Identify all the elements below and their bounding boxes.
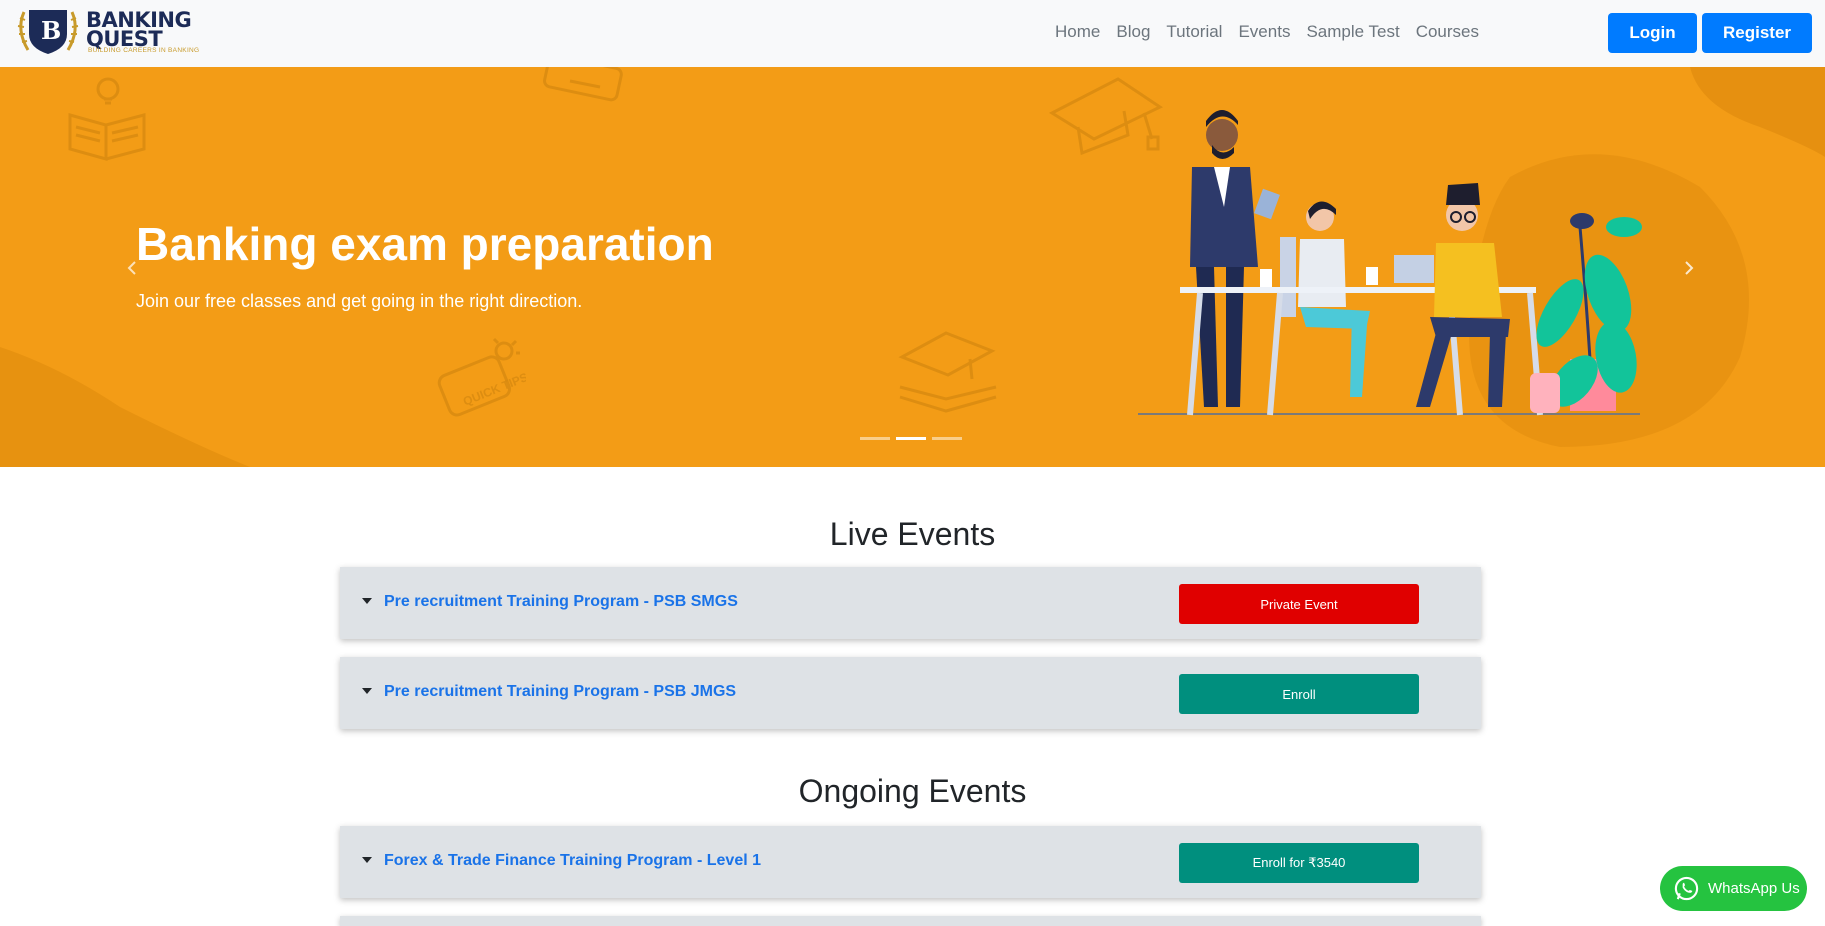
event-title-link[interactable]: Pre recruitment Training Program - PSB J… xyxy=(384,683,736,701)
carousel-indicator-3[interactable] xyxy=(932,437,962,440)
quick-tips-deco-text: QUICK TIPS xyxy=(461,370,526,409)
nav-link-home[interactable]: Home xyxy=(1047,20,1108,44)
register-button[interactable]: Register xyxy=(1702,13,1812,53)
hero-subtitle: Join our free classes and get going in t… xyxy=(136,291,583,311)
cards-icon xyxy=(543,67,623,102)
private-event-button[interactable]: Private Event xyxy=(1179,584,1419,624)
carousel-indicators xyxy=(860,437,962,440)
logo-letter: B xyxy=(41,16,62,45)
whatsapp-label: WhatsApp Us xyxy=(1708,880,1800,897)
caret-down-icon[interactable] xyxy=(362,688,372,694)
chevron-right-icon xyxy=(1685,261,1694,275)
brand-name-line2: QUEST xyxy=(86,27,163,51)
event-card-partial xyxy=(340,916,1481,926)
caret-down-icon[interactable] xyxy=(362,857,372,863)
chevron-left-icon xyxy=(127,261,136,275)
carousel-indicator-2[interactable] xyxy=(896,437,926,440)
hero-title: Banking exam preparation xyxy=(136,218,714,270)
book-bulb-icon xyxy=(68,77,146,161)
event-card: Forex & Trade Finance Training Program -… xyxy=(340,826,1481,898)
whatsapp-icon xyxy=(1674,876,1699,901)
brand-tagline: BUILDING CAREERS IN BANKING xyxy=(88,47,200,54)
live-events-heading: Live Events xyxy=(829,516,996,552)
enroll-button[interactable]: Enroll xyxy=(1179,674,1419,714)
book-cap-icon xyxy=(898,331,997,413)
ongoing-events-heading: Ongoing Events xyxy=(798,773,1027,809)
event-title-link[interactable]: Forex & Trade Finance Training Program -… xyxy=(384,852,761,870)
nav-link-tutorial[interactable]: Tutorial xyxy=(1158,20,1230,44)
carousel-prev-button[interactable] xyxy=(121,253,143,283)
carousel-next-button[interactable] xyxy=(1678,253,1700,283)
nav-links: Home Blog Tutorial Events Sample Test Co… xyxy=(1047,20,1487,44)
event-title-link[interactable]: Pre recruitment Training Program - PSB S… xyxy=(384,593,738,611)
hero-illustration xyxy=(1138,110,1642,416)
whatsapp-button[interactable]: WhatsApp Us xyxy=(1660,866,1807,911)
nav-link-events[interactable]: Events xyxy=(1230,20,1298,44)
login-button[interactable]: Login xyxy=(1608,13,1697,53)
carousel-indicator-1[interactable] xyxy=(860,437,890,440)
quick-tips-icon: QUICK TIPS xyxy=(437,337,526,417)
event-card: Pre recruitment Training Program - PSB S… xyxy=(340,567,1481,639)
nav-link-courses[interactable]: Courses xyxy=(1408,20,1487,44)
hero-carousel: QUICK TIPS Banking exam preparation Join… xyxy=(0,67,1825,467)
navbar: B BANKING QUEST BUILDING CAREERS IN BANK… xyxy=(0,0,1825,67)
event-card: Pre recruitment Training Program - PSB J… xyxy=(340,657,1481,729)
caret-down-icon[interactable] xyxy=(362,598,372,604)
nav-link-blog[interactable]: Blog xyxy=(1108,20,1158,44)
enroll-paid-button[interactable]: Enroll for ₹3540 xyxy=(1179,843,1419,883)
brand-logo[interactable]: B BANKING QUEST BUILDING CAREERS IN BANK… xyxy=(14,4,199,58)
nav-link-sample-test[interactable]: Sample Test xyxy=(1298,20,1407,44)
